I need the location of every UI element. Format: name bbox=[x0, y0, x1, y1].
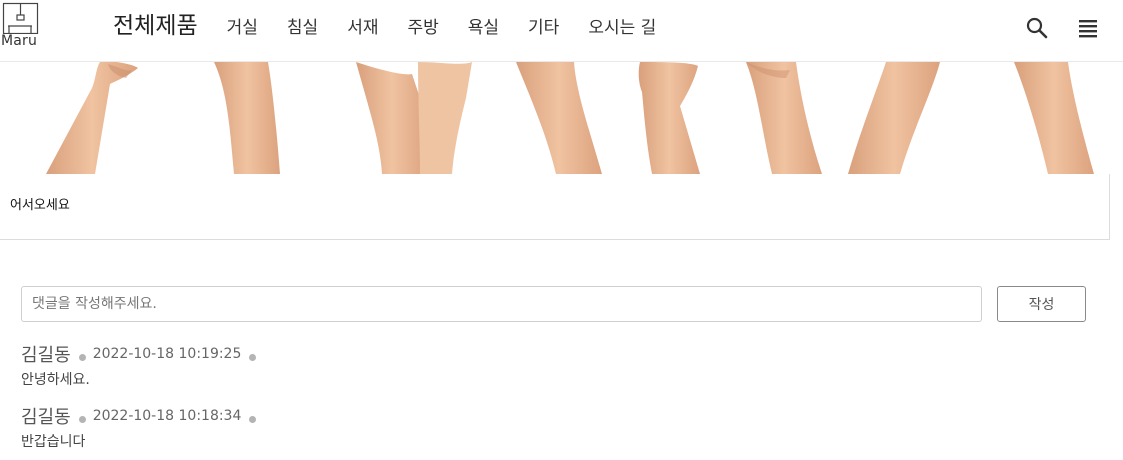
comment-date: 2022-10-18 10:19:25 bbox=[92, 346, 242, 362]
comment-meta: 김길동 2022-10-18 10:18:34 bbox=[21, 404, 263, 428]
main-nav: 전체제품 거실 침실 서재 주방 욕실 기타 오시는 길 bbox=[113, 10, 685, 42]
comment-author: 김길동 bbox=[21, 407, 71, 428]
comment-submit-button[interactable]: 작성 bbox=[997, 286, 1086, 322]
nav-item-directions[interactable]: 오시는 길 bbox=[588, 12, 656, 44]
separator-dot-icon bbox=[249, 415, 257, 423]
nav-item-bathroom[interactable]: 욕실 bbox=[468, 12, 499, 44]
comment-item: 김길동 2022-10-18 10:18:34 반갑습니다 bbox=[21, 404, 263, 451]
nav-item-study[interactable]: 서재 bbox=[347, 12, 378, 44]
separator-dot-icon bbox=[78, 353, 86, 361]
search-icon bbox=[1026, 17, 1048, 39]
post-body: 어서오세요 bbox=[0, 174, 1110, 240]
comment-item: 김길동 2022-10-18 10:19:25 안녕하세요. bbox=[21, 342, 263, 389]
search-button[interactable] bbox=[1025, 16, 1049, 40]
banner-image bbox=[0, 62, 1110, 174]
lamp-logo-icon bbox=[2, 2, 39, 35]
hamburger-menu-icon bbox=[1079, 20, 1097, 38]
nav-item-etc[interactable]: 기타 bbox=[528, 12, 559, 44]
comment-meta: 김길동 2022-10-18 10:19:25 bbox=[21, 342, 263, 366]
comment-author: 김길동 bbox=[21, 345, 71, 366]
site-header: Maru 전체제품 거실 침실 서재 주방 욕실 기타 오시는 길 bbox=[0, 0, 1123, 62]
separator-dot-icon bbox=[78, 415, 86, 423]
nav-item-kitchen[interactable]: 주방 bbox=[407, 12, 438, 44]
nav-item-living-room[interactable]: 거실 bbox=[227, 12, 258, 44]
comment-input[interactable] bbox=[21, 286, 982, 322]
menu-button[interactable] bbox=[1077, 17, 1099, 39]
post-content: 어서오세요 bbox=[10, 198, 70, 213]
nav-item-bedroom[interactable]: 침실 bbox=[287, 12, 318, 44]
comment-text: 반갑습니다 bbox=[21, 434, 86, 450]
comment-text: 안녕하세요. bbox=[21, 372, 90, 388]
separator-dot-icon bbox=[249, 353, 257, 361]
logo-text: Maru bbox=[1, 33, 38, 49]
nav-all-products[interactable]: 전체제품 bbox=[113, 10, 198, 42]
comment-date: 2022-10-18 10:18:34 bbox=[92, 408, 242, 424]
logo[interactable]: Maru bbox=[0, 0, 44, 52]
